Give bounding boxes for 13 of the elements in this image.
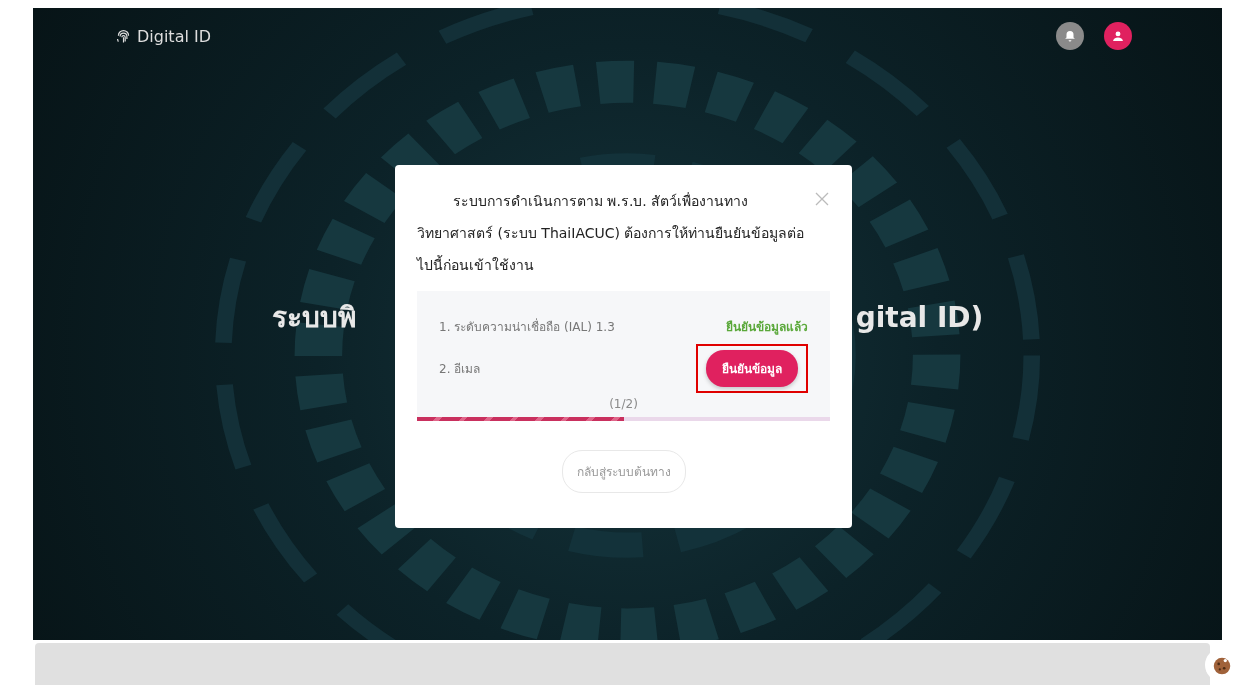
brand-name: Digital ID bbox=[137, 26, 211, 46]
dialog-message: ระบบการดำเนินการตาม พ.ร.บ. สัตว์เพื่องานทางวิทยาศาสตร์ (ระบบ ThaiIACUC) ต้องการให้ท่านยืนยันข้อมูลต่อไปนี้ก่อนเข้าใช้งาน bbox=[417, 191, 806, 275]
verified-status: ยืนยันข้อมูลแล้ว bbox=[726, 318, 808, 336]
verification-item: 2. อีเมล bbox=[439, 360, 481, 378]
back-button[interactable]: กลับสู่ระบบต้นทาง bbox=[561, 450, 686, 493]
hero-heading: gital ID) bbox=[855, 300, 984, 334]
hero-heading: ระบบพิ bbox=[271, 300, 356, 336]
notification-bell-icon[interactable] bbox=[1056, 22, 1084, 50]
verification-item: 1. ระดับความน่าเชื่อถือ (IAL) 1.3 bbox=[439, 317, 615, 336]
confirm-button[interactable]: ยืนยันข้อมูล bbox=[706, 349, 798, 387]
progress-count: (1/2) bbox=[608, 397, 639, 411]
user-profile-icon[interactable] bbox=[1104, 22, 1132, 50]
fingerprint-icon bbox=[115, 27, 132, 45]
